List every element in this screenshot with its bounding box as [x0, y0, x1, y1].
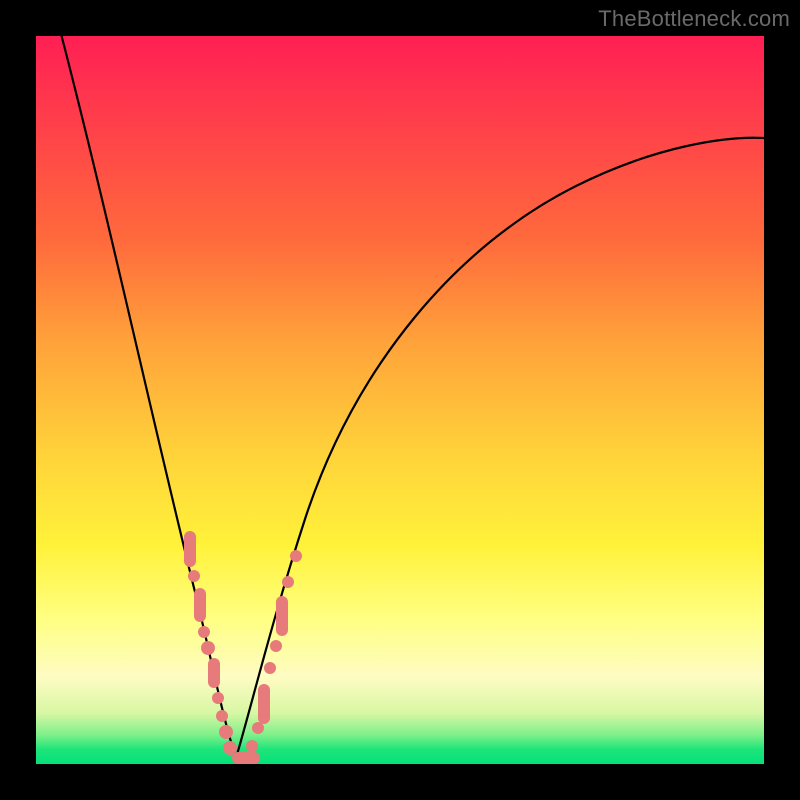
- data-point: [252, 722, 264, 734]
- data-point: [188, 570, 200, 582]
- data-cluster-left-mid: [194, 588, 206, 622]
- data-point: [219, 725, 233, 739]
- data-cluster-right-mid: [276, 596, 288, 636]
- data-cluster-valley: [232, 752, 260, 764]
- data-point: [201, 641, 215, 655]
- chart-frame: TheBottleneck.com: [0, 0, 800, 800]
- data-point: [270, 640, 282, 652]
- data-point: [216, 710, 228, 722]
- data-cluster-left-upper: [184, 531, 196, 567]
- data-cluster-right-lower: [258, 684, 270, 724]
- data-point: [212, 692, 224, 704]
- curve-layer: [36, 36, 764, 764]
- data-point: [264, 662, 276, 674]
- data-cluster-left-lower: [208, 658, 220, 688]
- curve-right-branch: [236, 138, 764, 758]
- data-point: [198, 626, 210, 638]
- data-point: [282, 576, 294, 588]
- watermark-text: TheBottleneck.com: [598, 6, 790, 32]
- data-point-right-upper: [290, 550, 302, 562]
- data-point-valley: [246, 740, 258, 752]
